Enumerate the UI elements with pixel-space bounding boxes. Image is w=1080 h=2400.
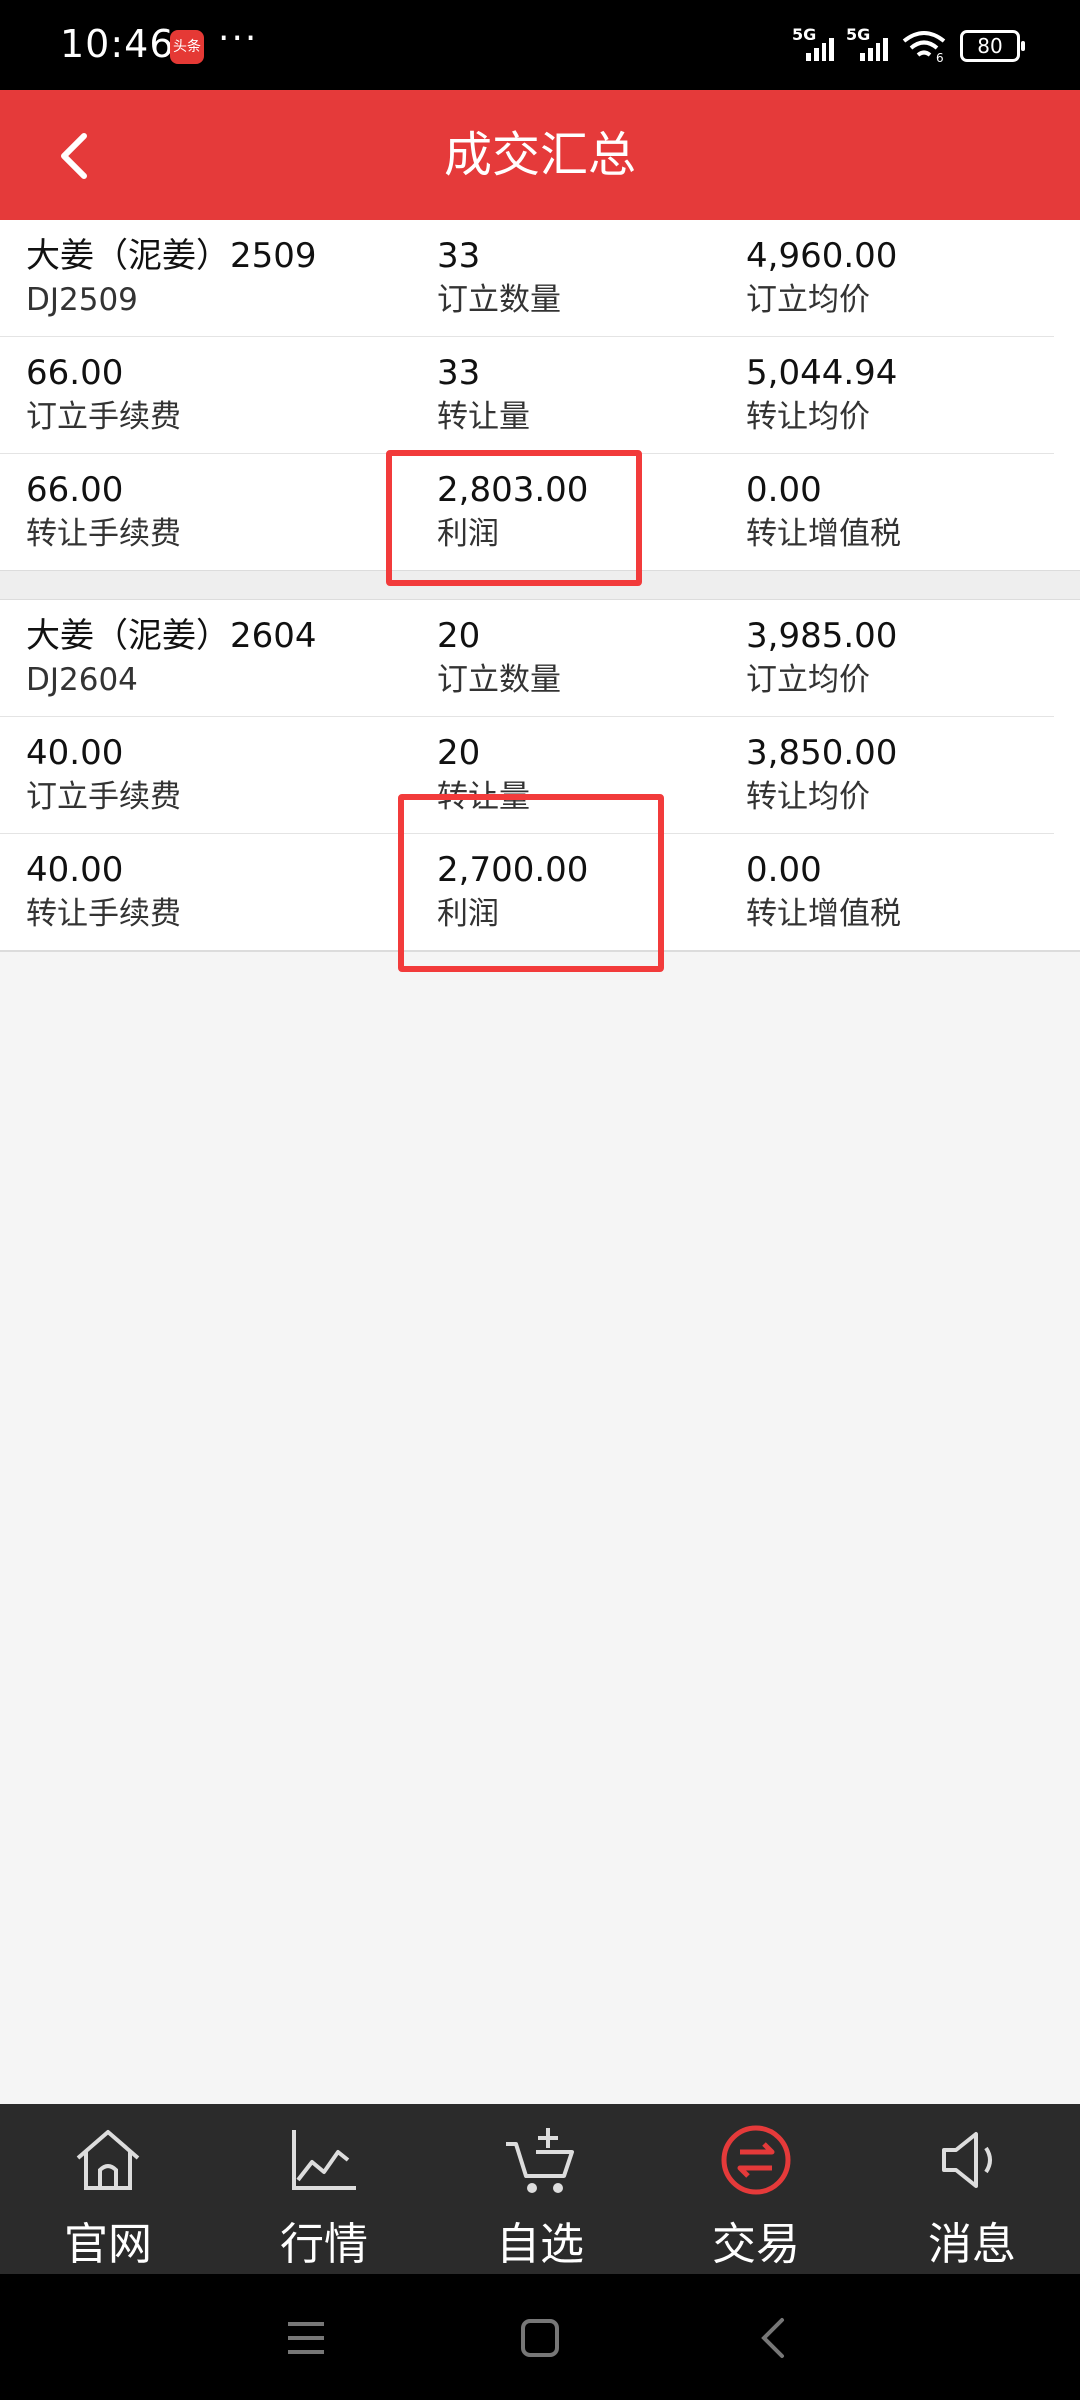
open-fee-value: 40.00 xyxy=(26,733,124,773)
summary-row: 66.00 订立手续费 33 转让量 5,044.94 转让均价 xyxy=(0,337,1054,454)
summary-row: 大姜（泥姜）2604 DJ2604 20 订立数量 3,985.00 订立均价 xyxy=(0,600,1054,717)
cart-add-icon xyxy=(506,2128,574,2193)
tab-official-site[interactable]: 官网 xyxy=(0,2104,216,2274)
close-fee-label: 转让手续费 xyxy=(26,516,181,552)
contract-name: 大姜（泥姜）2509 xyxy=(26,236,317,276)
status-time: 10:46 xyxy=(60,22,175,66)
close-avg-price-label: 转让均价 xyxy=(746,399,870,435)
open-avg-price-label: 订立均价 xyxy=(746,662,870,698)
battery-icon: 80 xyxy=(960,30,1025,62)
close-avg-price-value: 3,850.00 xyxy=(746,733,898,773)
close-quantity-value: 20 xyxy=(437,733,481,773)
close-vat-value: 0.00 xyxy=(746,470,822,510)
signal-icon-2: 5G xyxy=(846,25,888,61)
profit-highlight-box xyxy=(386,450,642,586)
open-quantity-value: 20 xyxy=(437,616,481,656)
tab-label: 行情 xyxy=(280,2219,368,2270)
home-icon xyxy=(76,2130,140,2190)
chart-icon xyxy=(292,2130,356,2190)
app-header: 成交汇总 xyxy=(0,90,1080,220)
exchange-icon xyxy=(721,2125,791,2195)
open-fee-label: 订立手续费 xyxy=(26,779,181,815)
contract-code: DJ2604 xyxy=(26,662,138,698)
close-vat-label: 转让增值税 xyxy=(746,896,901,932)
close-avg-price-value: 5,044.94 xyxy=(746,353,898,393)
app-notification-icon: 头条 xyxy=(170,30,204,64)
svg-text:6: 6 xyxy=(936,51,944,63)
open-avg-price-label: 订立均价 xyxy=(746,282,870,318)
tab-messages[interactable]: 消息 xyxy=(864,2104,1080,2274)
tab-label: 交易 xyxy=(712,2219,800,2270)
menu-icon[interactable] xyxy=(282,2314,330,2362)
summary-row: 大姜（泥姜）2509 DJ2509 33 订立数量 4,960.00 订立均价 xyxy=(0,220,1054,337)
close-quantity-value: 33 xyxy=(437,353,481,393)
open-quantity-label: 订立数量 xyxy=(437,282,561,318)
speaker-icon xyxy=(942,2132,992,2188)
close-quantity-label: 转让量 xyxy=(437,399,530,435)
status-indicators: 5G 5G 6 80 xyxy=(792,25,1025,64)
tab-label: 消息 xyxy=(928,2219,1016,2270)
bottom-tab-bar: 官网 行情 自选 交易 消息 xyxy=(0,2104,1080,2274)
system-nav-bar xyxy=(0,2274,1080,2400)
tab-watchlist[interactable]: 自选 xyxy=(432,2104,648,2274)
status-bar: 10:46 头条 ··· 5G 5G 6 80 xyxy=(0,0,1080,90)
close-fee-label: 转让手续费 xyxy=(26,896,181,932)
tab-trade[interactable]: 交易 xyxy=(648,2104,864,2274)
open-avg-price-value: 3,985.00 xyxy=(746,616,898,656)
signal-icon: 5G xyxy=(792,25,834,61)
open-quantity-value: 33 xyxy=(437,236,481,276)
close-vat-label: 转让增值税 xyxy=(746,516,901,552)
wifi-icon: 6 xyxy=(902,31,946,63)
open-avg-price-value: 4,960.00 xyxy=(746,236,898,276)
back-nav-icon[interactable] xyxy=(750,2314,798,2362)
tab-label: 官网 xyxy=(64,2219,152,2270)
page-title: 成交汇总 xyxy=(443,127,636,183)
close-fee-value: 40.00 xyxy=(26,850,124,890)
close-fee-value: 66.00 xyxy=(26,470,124,510)
open-fee-label: 订立手续费 xyxy=(26,399,181,435)
tab-label: 自选 xyxy=(496,2219,584,2270)
home-nav-icon[interactable] xyxy=(516,2314,564,2362)
contract-name: 大姜（泥姜）2604 xyxy=(26,616,317,656)
tab-market[interactable]: 行情 xyxy=(216,2104,432,2274)
close-avg-price-label: 转让均价 xyxy=(746,779,870,815)
open-fee-value: 66.00 xyxy=(26,353,124,393)
contract-code: DJ2509 xyxy=(26,282,138,318)
open-quantity-label: 订立数量 xyxy=(437,662,561,698)
more-notifications-icon: ··· xyxy=(218,18,259,59)
close-vat-value: 0.00 xyxy=(746,850,822,890)
profit-highlight-box-2 xyxy=(398,794,664,972)
